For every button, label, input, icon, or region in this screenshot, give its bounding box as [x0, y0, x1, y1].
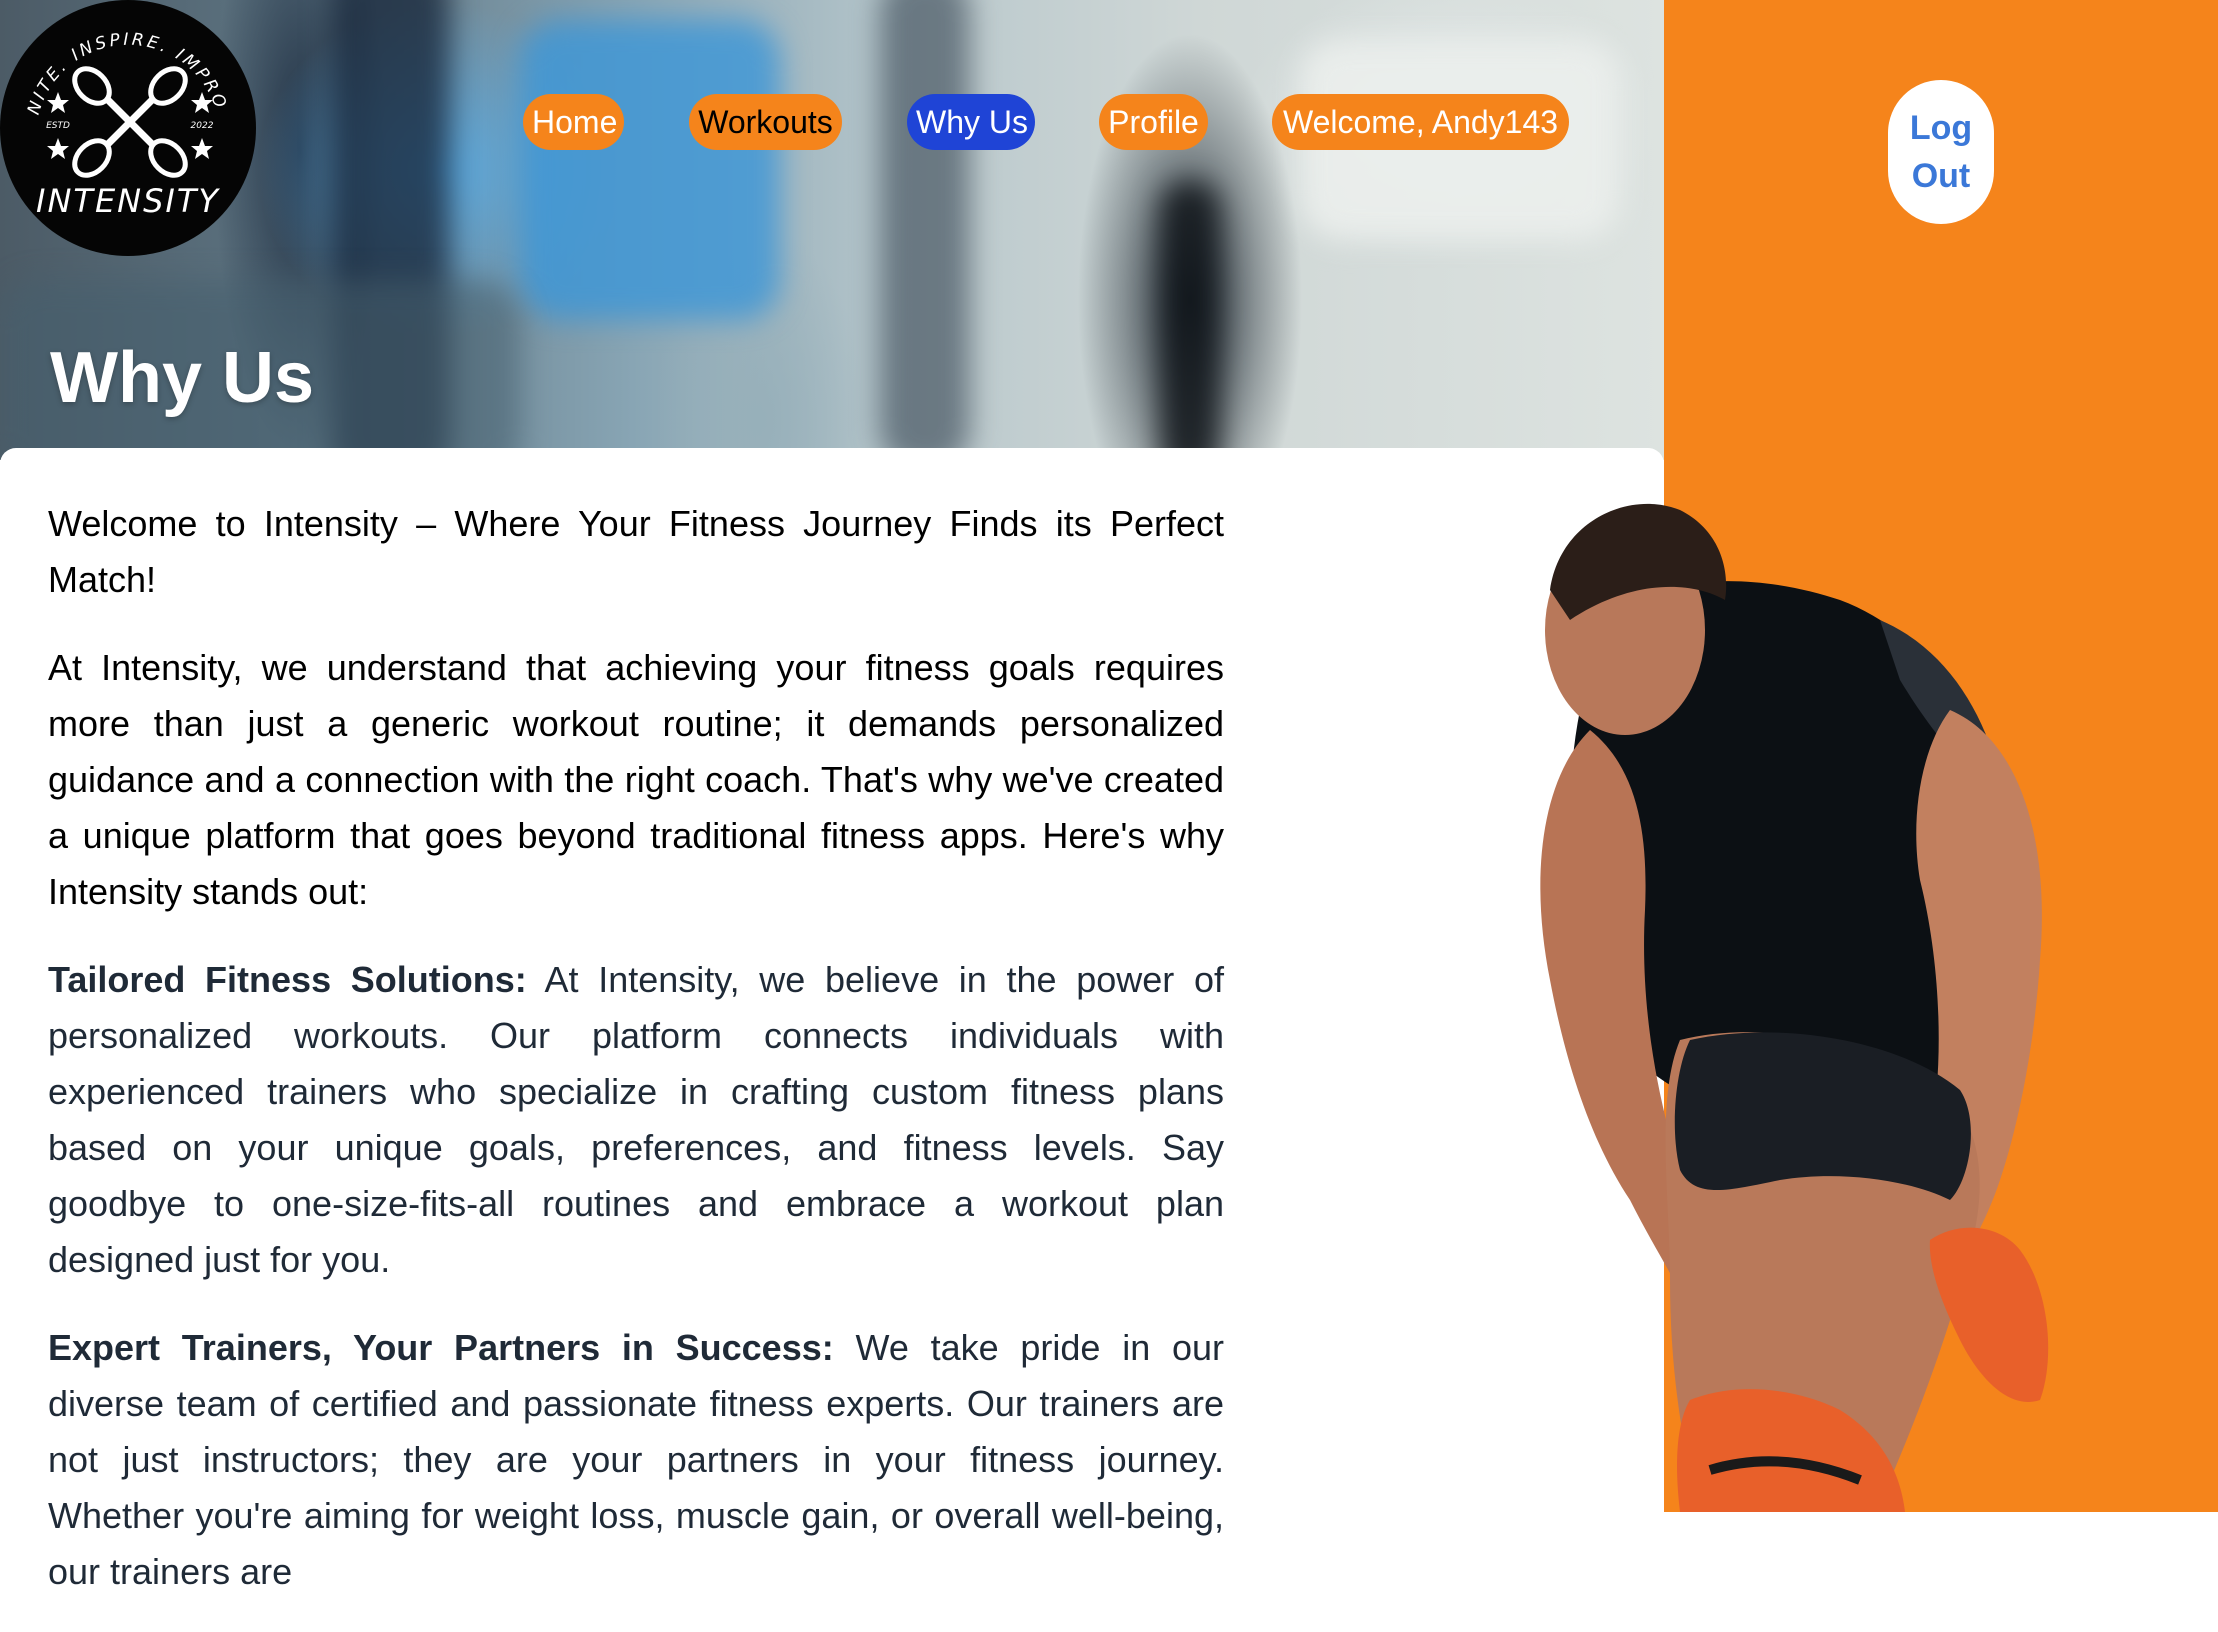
- logo-estd: ESTD: [46, 121, 70, 131]
- hero-blur-shape: [520, 20, 780, 320]
- page-title: Why Us: [50, 338, 315, 418]
- tailored-solutions-heading: Tailored Fitness Solutions:: [48, 959, 527, 1000]
- why-us-article: Welcome to Intensity – Where Your Fitnes…: [48, 496, 1224, 1632]
- logo-year: 2022: [191, 121, 214, 131]
- intensity-logo[interactable]: IGNITE. INSPIRE. IMPROVE ESTD 2022 INTEN…: [0, 0, 256, 256]
- nav-profile-button[interactable]: Profile: [1099, 94, 1208, 150]
- nav-why-us-button[interactable]: Why Us: [907, 94, 1035, 150]
- logo-wordmark: INTENSITY: [36, 182, 220, 220]
- expert-trainers-paragraph: Expert Trainers, Your Partners in Succes…: [48, 1320, 1224, 1600]
- hero-blur-shape: [1160, 180, 1220, 460]
- logout-label-line1: Log: [1909, 109, 1973, 147]
- welcome-user-badge: Welcome, Andy143: [1272, 94, 1569, 150]
- logout-label-line2: Out: [1911, 157, 1971, 195]
- tailored-solutions-text: At Intensity, we believe in the power of…: [48, 959, 1225, 1280]
- intro-paragraph: Welcome to Intensity – Where Your Fitnes…: [48, 503, 1224, 600]
- hero-blur-shape: [880, 0, 970, 460]
- nav-home-button[interactable]: Home: [523, 94, 624, 150]
- nav-workouts-button[interactable]: Workouts: [689, 94, 842, 150]
- logo-graphic: IGNITE. INSPIRE. IMPROVE ESTD 2022 INTEN…: [0, 0, 228, 220]
- expert-trainers-heading: Expert Trainers, Your Partners in Succes…: [48, 1327, 834, 1368]
- overview-paragraph: At Intensity, we understand that achievi…: [48, 647, 1224, 912]
- tailored-solutions-paragraph: Tailored Fitness Solutions: At Intensity…: [48, 952, 1224, 1288]
- logout-button[interactable]: Log Out: [1888, 80, 1994, 224]
- athlete-image: [1540, 503, 2049, 1512]
